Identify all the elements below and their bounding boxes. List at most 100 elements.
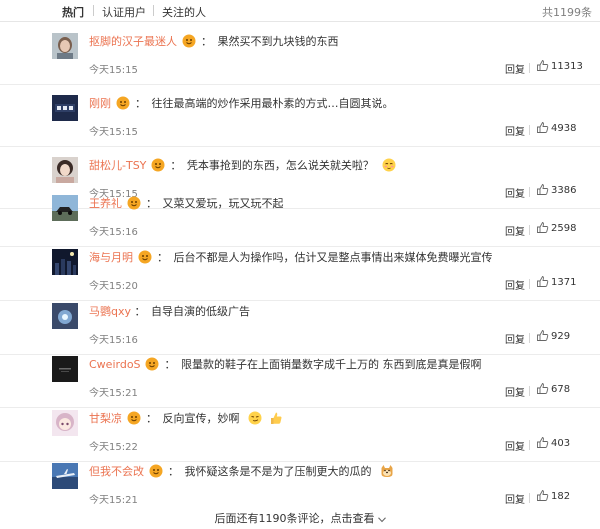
username-link[interactable]: 甜松儿-TSY [89,159,146,172]
comment-time: 今天15:22 [89,442,138,453]
thumbs-up-icon [536,121,549,134]
comment-item: 海与月明 ： 后台不都是人为操作吗，估计又是整点事情出来媒体免费曝光宣传 今天1… [0,239,600,301]
avatar-plane-photo [52,463,78,489]
comment-time: 今天15:21 [89,495,138,506]
vip-badge-icon [149,464,163,478]
like-button[interactable]: 403 [536,435,570,451]
comment-text: 限量款的鞋子在上面销量数字成千上万的 东西到底是真是假啊 [181,358,482,371]
like-button[interactable]: 182 [536,488,570,504]
username-link[interactable]: 王养礼 [89,197,122,210]
username-link[interactable]: 甘梨凉 [89,412,122,425]
avatar-text-logo [52,95,78,121]
comment-text: 反向宣传，妙啊 [162,412,240,425]
vip-badge-icon [127,196,141,210]
comment-tabs-bar: 热门 认证用户 关注的人 共1199条 [0,0,600,22]
tab-divider [153,5,154,16]
action-divider [529,63,530,73]
avatar-night-city-photo [52,249,78,275]
vip-badge-icon [151,158,165,172]
avatar-anime-girl [52,410,78,436]
avatar[interactable] [52,303,78,329]
comment-item: 王养礼 ： 又菜又爱玩，玩又玩不起 今天15:16 回复 2598 [0,185,600,247]
username-link[interactable]: CweirdoS [89,358,141,371]
avatar-glow-photo [52,303,78,329]
action-divider [529,440,530,450]
comment-text: 果然买不到九块钱的东西 [217,35,339,48]
view-more-link[interactable]: 点击查看 [331,512,375,525]
action-divider [529,225,530,235]
avatar[interactable] [52,95,78,121]
like-count: 182 [551,491,571,502]
comment-time: 今天15:15 [89,65,138,76]
avatar-girl-photo [52,157,78,183]
vip-badge-icon [138,250,152,264]
vip-badge-icon [127,411,141,425]
comment-item: 抠脚的汉子最迷人 ： 果然买不到九块钱的东西 今天15:15 回复 11313 [0,23,600,85]
like-count: 11313 [551,61,583,72]
comment-time: 今天15:20 [89,281,138,292]
smirk-face-emoji [248,411,262,425]
avatar[interactable] [52,463,78,489]
reply-button[interactable]: 回复 [505,438,525,453]
chevron-down-icon [377,513,386,526]
comment-item: 但我不会改 ： 我怀疑这条是不是为了压制更大的瓜的 今天15:21 回复 182 [0,453,600,515]
like-button[interactable]: 929 [536,328,570,344]
avatar[interactable] [52,356,78,382]
remaining-comments-text: 后面还有1190条评论， [214,512,331,525]
total-comment-count: 共1199条 [542,6,592,19]
avatar-car-photo [52,195,78,221]
like-count: 2598 [551,223,577,234]
thumbs-up-icon [536,436,549,449]
comment-time: 今天15:15 [89,127,138,138]
avatar[interactable] [52,157,78,183]
thumbs-up-icon [536,221,549,234]
username-link[interactable]: 马鹦qxy [89,305,131,318]
reply-button[interactable]: 回复 [505,223,525,238]
avatar[interactable] [52,33,78,59]
avatar[interactable] [52,195,78,221]
avatar[interactable] [52,410,78,436]
action-divider [529,279,530,289]
username-link[interactable]: 抠脚的汉子最迷人 [89,35,177,48]
like-button[interactable]: 4938 [536,120,576,136]
doge-emoji [380,464,394,478]
username-link[interactable]: 海与月明 [89,251,133,264]
comment-text: 往往最高端的炒作采用最朴素的方式…自圆其说。 [151,97,394,110]
comment-time: 今天15:16 [89,335,138,346]
like-count: 929 [551,331,571,342]
vip-badge-icon [145,357,159,371]
comment-item: CweirdoS ： 限量款的鞋子在上面销量数字成千上万的 东西到底是真是假啊 … [0,346,600,408]
comment-text: 后台不都是人为操作吗，估计又是整点事情出来媒体免费曝光宣传 [173,251,493,264]
reply-button[interactable]: 回复 [505,61,525,76]
thumbs-up-emoji [269,411,283,425]
reply-button[interactable]: 回复 [505,277,525,292]
reply-button[interactable]: 回复 [505,123,525,138]
thumbs-up-icon [536,329,549,342]
like-count: 4938 [551,123,577,134]
tab-following[interactable]: 关注的人 [162,4,206,20]
tab-hot[interactable]: 热门 [62,4,84,20]
avatar-woman-photo [52,33,78,59]
comment-text: 我怀疑这条是不是为了压制更大的瓜的 [184,465,372,478]
reply-button[interactable]: 回复 [505,491,525,506]
like-button[interactable]: 2598 [536,220,576,236]
comment-text: 凭本事抢到的东西，怎么说关就关啦？ [186,159,374,172]
comment-time: 今天15:21 [89,388,138,399]
username-link[interactable]: 但我不会改 [89,465,144,478]
like-button[interactable]: 678 [536,381,570,397]
username-link[interactable]: 刚刚 [89,97,111,110]
reply-button[interactable]: 回复 [505,331,525,346]
shy-face-emoji [382,158,396,172]
like-button[interactable]: 11313 [536,58,583,74]
avatar[interactable] [52,249,78,275]
tab-verified-users[interactable]: 认证用户 [102,4,146,20]
action-divider [529,386,530,396]
comment-item: 刚刚 ： 往往最高端的炒作采用最朴素的方式…自圆其说。 今天15:15 回复 4… [0,85,600,147]
like-count: 1371 [551,277,577,288]
comment-text: 又菜又爱玩，玩又玩不起 [162,197,284,210]
like-button[interactable]: 1371 [536,274,576,290]
thumbs-up-icon [536,382,549,395]
thumbs-up-icon [536,489,549,502]
avatar-dark-photo [52,356,78,382]
reply-button[interactable]: 回复 [505,384,525,399]
